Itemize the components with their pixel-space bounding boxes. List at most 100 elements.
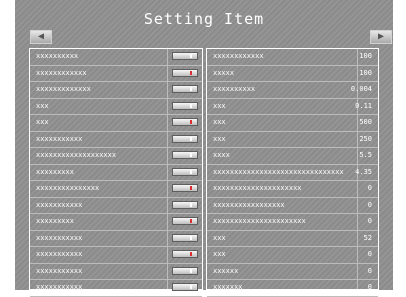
toggle-indicator: [190, 219, 192, 223]
setting-toggle[interactable]: [172, 266, 198, 275]
setting-label: xxx: [36, 118, 49, 126]
setting-row: xxx 250: [207, 132, 378, 148]
setting-toggle[interactable]: [172, 184, 198, 192]
setting-label: xxx: [213, 118, 226, 126]
setting-toggle[interactable]: [172, 233, 198, 242]
setting-value[interactable]: 0: [368, 280, 372, 295]
setting-toggle[interactable]: [172, 68, 198, 77]
setting-label: xxxxxxxxxxx: [36, 200, 83, 209]
value-settings-panel: xxxxxxxxxxxx 100 xxxxx 100 xxxxxxxxxx 0.004 xx…: [206, 48, 379, 297]
setting-row: xxxxxxxxxxxxxxx: [30, 181, 202, 198]
setting-label: xxxxx: [213, 68, 235, 77]
setting-label: xxxxxxxxxxxxxxx: [36, 184, 100, 192]
setting-value[interactable]: 0: [368, 181, 372, 196]
setting-toggle[interactable]: [172, 250, 198, 258]
setting-row: xxxx 5.5: [207, 148, 378, 165]
setting-label: xxxxxxxxxxxxxxxxxxxxxx: [213, 217, 306, 225]
setting-label: xxxxxxxxxxx: [36, 266, 83, 275]
setting-label: xxxxxxxxxxx: [36, 283, 83, 291]
setting-toggle[interactable]: [172, 217, 198, 225]
toggle-indicator: [190, 136, 192, 141]
setting-row: xxx 500: [207, 115, 378, 132]
setting-row: xxxxxxxxxxxxxxxxxxxxxxxxxxxxxxx 4.35: [207, 165, 378, 181]
setting-label: xxxxxxxxx: [36, 167, 74, 176]
setting-toggle[interactable]: [172, 200, 198, 209]
setting-label: xxx: [213, 101, 226, 110]
setting-toggle[interactable]: [172, 134, 198, 143]
setting-value[interactable]: 0: [368, 214, 372, 229]
setting-row: xxxxxxxxxxx: [30, 198, 202, 214]
setting-row: xxxxxxxxxxxxxxxxxxx: [30, 148, 202, 165]
toggle-settings-panel: xxxxxxxxxx xxxxxxxxxxxx xxxxxxxxxxxxx xxx xx…: [29, 48, 203, 297]
toggle-indicator: [190, 285, 192, 289]
toggle-indicator: [190, 153, 192, 157]
setting-label: xxxxxxxxxxxx: [36, 68, 87, 77]
setting-label: xxxxxxxxxxx: [36, 233, 83, 242]
setting-row: xxxxxx 0: [207, 264, 378, 280]
setting-value[interactable]: 0: [368, 247, 372, 262]
setting-value[interactable]: 0: [368, 264, 372, 279]
toggle-indicator: [190, 70, 192, 75]
setting-toggle[interactable]: [172, 52, 198, 60]
setting-toggle[interactable]: [172, 151, 198, 159]
setting-label: xxxxxxxxxxxxxxxxxxx: [36, 151, 117, 159]
toggle-indicator: [190, 87, 192, 91]
setting-value[interactable]: 0: [368, 198, 372, 213]
toggle-indicator: [190, 202, 192, 207]
setting-label: xxxxxxxxxx: [213, 85, 256, 93]
setting-row: xxxxxxxxxx 0.004: [207, 82, 378, 99]
arrow-left-icon: ◀: [37, 31, 45, 42]
setting-toggle[interactable]: [172, 118, 198, 126]
toggle-indicator: [190, 169, 192, 174]
settings-screen: Setting Item ◀ ▶ xxxxxxxxxx xxxxxxxxxxxx x…: [15, 0, 393, 297]
setting-label: xxxxxxxxxxxxxxxxxxxxx: [213, 184, 302, 192]
setting-row: xxx: [30, 115, 202, 132]
setting-label: xxxxxx: [213, 266, 239, 275]
setting-toggle[interactable]: [172, 85, 198, 93]
setting-label: xxxxxxxxxxxxxxxxx: [213, 200, 285, 209]
setting-value[interactable]: 100: [359, 49, 372, 64]
setting-row: xxxxxxxxxxx: [30, 247, 202, 264]
setting-label: xxx: [213, 250, 226, 258]
setting-row: xxxxxxxxxxxxxxxxxxxxx 0: [207, 181, 378, 198]
setting-row: xxxxxxxxxxx: [30, 280, 202, 297]
setting-row: xxxxxxxxxxxx 100: [207, 49, 378, 66]
toggle-indicator: [190, 54, 192, 58]
setting-row: xxx 52: [207, 231, 378, 247]
setting-value[interactable]: 100: [359, 66, 372, 81]
setting-value[interactable]: 0.004: [351, 82, 372, 97]
setting-value[interactable]: 4.35: [355, 165, 372, 180]
setting-row: xxxxxxxxxxxxxxxxxxxxxx 0: [207, 214, 378, 231]
arrow-right-icon: ▶: [377, 31, 385, 42]
setting-row: xxxxxxxxxxx: [30, 264, 202, 280]
setting-label: xxxxxxxxxxx: [36, 134, 83, 143]
setting-toggle[interactable]: [172, 101, 198, 110]
setting-toggle[interactable]: [172, 167, 198, 176]
setting-value[interactable]: 0.11: [355, 99, 372, 114]
setting-value[interactable]: 5.5: [359, 148, 372, 163]
setting-label: xxxxxxxxxxx: [36, 250, 83, 258]
next-page-button[interactable]: ▶: [370, 30, 392, 44]
setting-label: xxx: [213, 134, 226, 143]
setting-value[interactable]: 52: [364, 231, 372, 246]
setting-label: xxxxxxxxxxxxx: [36, 85, 91, 93]
toggle-indicator: [190, 103, 192, 108]
page-title: Setting Item: [143, 10, 265, 28]
prev-page-button[interactable]: ◀: [30, 30, 52, 44]
setting-row: xxxxxxx 0: [207, 280, 378, 297]
setting-label: xxx: [36, 101, 49, 110]
toggle-indicator: [190, 268, 192, 273]
setting-label: xxxxxxxxx: [36, 217, 74, 225]
setting-label: xxxxxxxxxxxxxxxxxxxxxxxxxxxxxxx: [213, 167, 344, 176]
setting-value[interactable]: 500: [359, 115, 372, 130]
setting-row: xxxxxxxxxxxxx: [30, 82, 202, 99]
setting-row: xxxxxxxxxxx: [30, 231, 202, 247]
setting-row: xxxxxxxxx: [30, 214, 202, 231]
setting-label: xxx: [213, 233, 226, 242]
setting-label: xxxxxxxxxxxx: [213, 52, 264, 60]
setting-row: xxxxxxxxxxxx: [30, 66, 202, 82]
setting-label: xxxx: [213, 151, 230, 159]
setting-row: xxxxxxxxxxxxxxxxx 0: [207, 198, 378, 214]
setting-value[interactable]: 250: [359, 132, 372, 147]
setting-row: xxx 0: [207, 247, 378, 264]
